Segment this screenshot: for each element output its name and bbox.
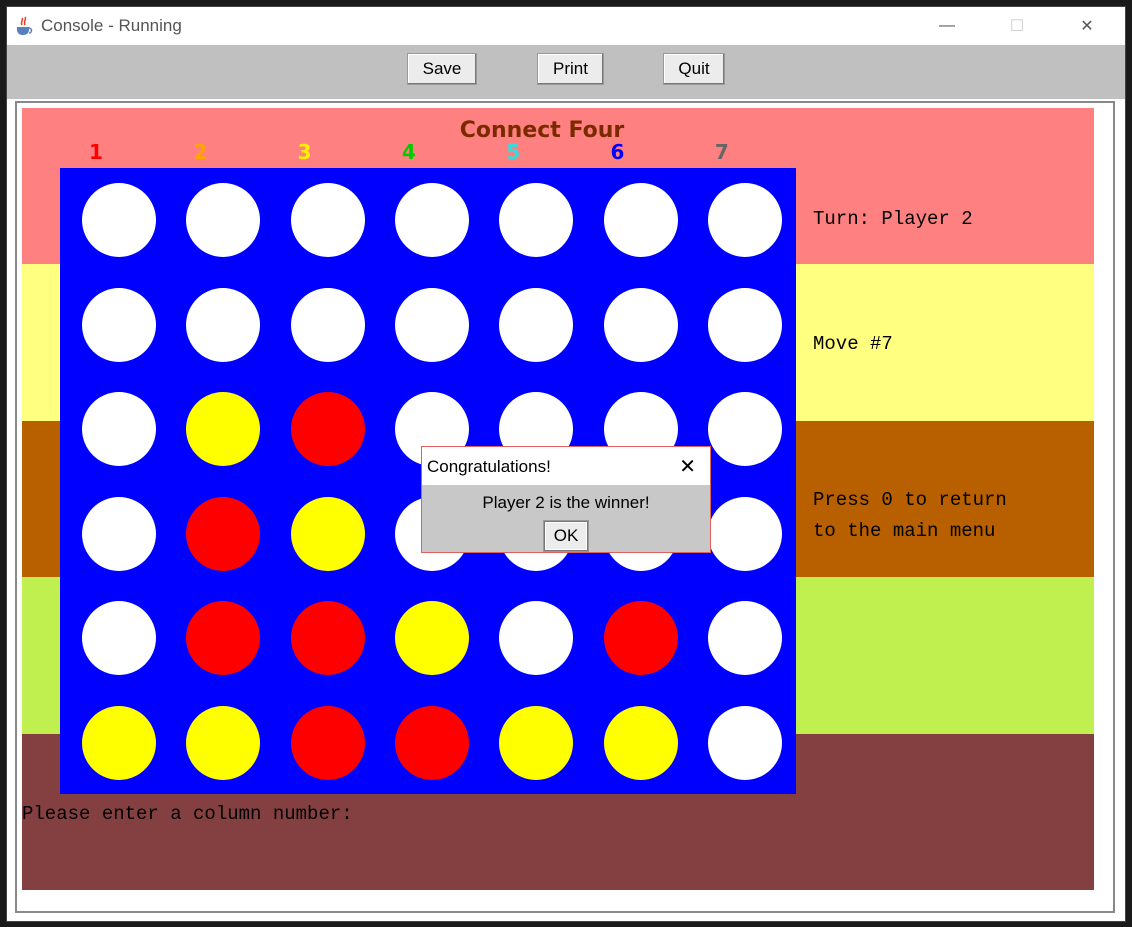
yellow-piece [186, 705, 261, 780]
empty-slot [499, 183, 574, 257]
yellow-piece [290, 496, 365, 571]
quit-button[interactable]: Quit [663, 53, 725, 85]
empty-slot [82, 287, 156, 362]
empty-slot [290, 183, 365, 257]
winner-dialog: Congratulations! ✕ Player 2 is the winne… [421, 446, 711, 553]
close-button[interactable]: ✕ [1064, 11, 1110, 41]
menu-hint: Press 0 to return to the main menu [813, 489, 1007, 542]
column-prompt: Please enter a column number: [22, 803, 353, 825]
java-cup-icon [17, 16, 33, 35]
title-bar: Console - Running — ☐ ✕ [7, 7, 1125, 45]
red-piece [186, 496, 261, 571]
yellow-piece [186, 392, 261, 466]
yellow-piece [394, 601, 469, 675]
empty-slot [707, 601, 782, 675]
empty-slot [394, 287, 469, 362]
empty-slot [603, 183, 678, 257]
empty-slot [499, 601, 574, 675]
red-piece [290, 601, 365, 675]
column-number-1: 1 [89, 140, 103, 164]
turn-indicator: Turn: Player 2 [813, 208, 973, 230]
red-piece [186, 601, 261, 675]
empty-slot [82, 183, 156, 257]
yellow-piece [603, 705, 678, 780]
yellow-piece [499, 705, 574, 780]
column-number-5: 5 [506, 140, 521, 164]
yellow-piece [82, 705, 156, 780]
ok-button[interactable]: OK [544, 521, 588, 551]
empty-slot [186, 287, 261, 362]
empty-slot [707, 392, 782, 466]
toolbar: Save Print Quit [7, 45, 1125, 99]
empty-slot [82, 496, 156, 571]
red-piece [394, 705, 469, 780]
empty-slot [707, 705, 782, 780]
dialog-message: Player 2 is the winner! [482, 493, 650, 512]
empty-slot [603, 287, 678, 362]
minimize-button[interactable]: — [924, 11, 970, 41]
game-title: Connect Four [459, 118, 625, 143]
empty-slot [707, 287, 782, 362]
dialog-title-bar: Congratulations! ✕ [422, 447, 710, 485]
dialog-close-icon[interactable]: ✕ [679, 454, 696, 479]
column-number-3: 3 [297, 140, 312, 164]
red-piece [290, 392, 365, 466]
red-piece [290, 705, 365, 780]
print-button[interactable]: Print [537, 53, 604, 85]
empty-slot [82, 601, 156, 675]
column-number-7: 7 [714, 140, 729, 164]
empty-slot [499, 287, 574, 362]
empty-slot [82, 392, 156, 466]
empty-slot [290, 287, 365, 362]
empty-slot [394, 183, 469, 257]
column-number-2: 2 [193, 140, 208, 164]
window-title: Console - Running [41, 16, 182, 35]
empty-slot [186, 183, 261, 257]
dialog-title: Congratulations! [427, 457, 551, 476]
move-counter: Move #7 [813, 333, 893, 355]
empty-slot [707, 183, 782, 257]
maximize-button[interactable]: ☐ [994, 11, 1040, 41]
save-button[interactable]: Save [407, 53, 477, 85]
red-piece [603, 601, 678, 675]
column-number-6: 6 [610, 140, 625, 164]
column-number-4: 4 [401, 140, 416, 164]
empty-slot [707, 496, 782, 571]
